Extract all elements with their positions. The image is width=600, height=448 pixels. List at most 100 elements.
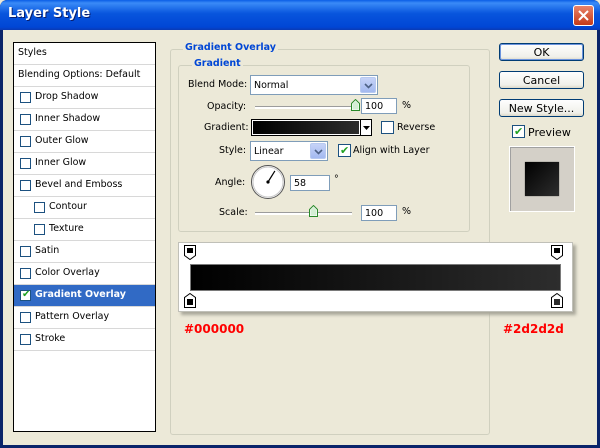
list-item-label: Inner Shadow: [35, 113, 101, 124]
list-item-drop-shadow[interactable]: Drop Shadow: [14, 87, 155, 109]
gradient-group-title: Gradient: [192, 58, 243, 69]
new-style-button[interactable]: New Style...: [499, 99, 584, 117]
ok-button[interactable]: OK: [499, 43, 584, 61]
blend-mode-select[interactable]: Normal: [250, 75, 378, 95]
angle-input[interactable]: 58: [290, 175, 330, 191]
list-item-label: Color Overlay: [35, 267, 100, 278]
gradient-picker[interactable]: [251, 119, 361, 136]
dropdown-button[interactable]: [360, 77, 376, 93]
list-item-satin[interactable]: Satin: [14, 241, 155, 263]
angle-label: Angle:: [215, 177, 246, 188]
list-item-label: Contour: [49, 201, 87, 212]
chevron-down-icon: [314, 149, 323, 155]
preview-checkbox[interactable]: ✔: [512, 125, 525, 138]
style-value: Linear: [254, 146, 284, 157]
angle-value: 58: [294, 178, 307, 189]
checkbox-color-overlay[interactable]: [20, 268, 31, 279]
checkbox-contour[interactable]: [34, 202, 45, 213]
cancel-button[interactable]: Cancel: [499, 71, 584, 89]
scale-slider-thumb[interactable]: [309, 205, 319, 217]
styles-list: Styles Blending Options: Default Drop Sh…: [13, 42, 156, 432]
new-style-label: New Style...: [508, 102, 575, 115]
gradient-swatch: [253, 121, 359, 134]
chevron-down-icon: [364, 83, 373, 89]
gradient-picker-dropdown[interactable]: [361, 119, 372, 136]
layer-style-window: Layer Style Styles Blending Options: Def…: [0, 0, 600, 448]
opacity-label: Opacity:: [207, 101, 247, 112]
gradient-label: Gradient:: [204, 122, 249, 133]
angle-unit: °: [334, 174, 339, 185]
list-item-blending-options[interactable]: Blending Options: Default: [14, 65, 155, 87]
checkmark-icon: ✔: [22, 289, 31, 300]
style-select[interactable]: Linear: [250, 141, 328, 161]
list-item-label: Drop Shadow: [35, 91, 99, 102]
list-item-styles[interactable]: Styles: [14, 43, 155, 65]
checkbox-drop-shadow[interactable]: [20, 92, 31, 103]
opacity-slider-track[interactable]: [255, 106, 355, 109]
list-item-texture[interactable]: Texture: [14, 219, 155, 241]
caret-down-icon: [363, 126, 370, 130]
checkbox-pattern-overlay[interactable]: [20, 312, 31, 323]
reverse-label: Reverse: [397, 122, 436, 133]
list-item-gradient-overlay[interactable]: ✔ Gradient Overlay: [14, 285, 155, 307]
list-item-inner-shadow[interactable]: Inner Shadow: [14, 109, 155, 131]
gradient-overlay-title: Gradient Overlay: [183, 42, 278, 53]
list-item-inner-glow[interactable]: Inner Glow: [14, 153, 155, 175]
opacity-slider-thumb[interactable]: [351, 99, 360, 111]
gradient-bar[interactable]: [190, 264, 561, 291]
title-bar[interactable]: Layer Style: [0, 0, 600, 30]
opacity-unit: %: [402, 100, 412, 111]
list-item-color-overlay[interactable]: Color Overlay: [14, 263, 155, 285]
checkmark-icon: ✔: [340, 144, 350, 157]
preview-label: Preview: [528, 126, 571, 139]
angle-dial[interactable]: [250, 164, 286, 200]
list-item-label: Outer Glow: [35, 135, 89, 146]
close-button[interactable]: [573, 5, 594, 26]
preview-box: [509, 146, 575, 212]
checkbox-stroke[interactable]: [20, 334, 31, 345]
checkbox-satin[interactable]: [20, 246, 31, 257]
style-label: Style:: [219, 145, 247, 156]
list-item-label: Blending Options: Default: [18, 69, 141, 80]
list-item-label: Inner Glow: [35, 157, 87, 168]
list-item-label: Pattern Overlay: [35, 311, 110, 322]
scale-unit: %: [402, 206, 412, 217]
color-stop-right[interactable]: [551, 293, 563, 308]
list-item-label: Texture: [49, 223, 84, 234]
reverse-checkbox[interactable]: [381, 121, 394, 134]
opacity-stop-right[interactable]: [551, 245, 563, 260]
list-item-contour[interactable]: Contour: [14, 197, 155, 219]
list-item-label: Gradient Overlay: [35, 289, 126, 300]
end-color-annotation: #2d2d2d: [503, 322, 564, 336]
align-with-layer-checkbox[interactable]: ✔: [338, 144, 351, 157]
color-stop-left[interactable]: [184, 293, 196, 308]
scale-input[interactable]: 100: [361, 205, 397, 221]
preview-thumbnail: [525, 162, 559, 196]
list-item-bevel-and-emboss[interactable]: Bevel and Emboss: [14, 175, 155, 197]
checkbox-inner-glow[interactable]: [20, 158, 31, 169]
checkbox-outer-glow[interactable]: [20, 136, 31, 147]
dropdown-button[interactable]: [310, 143, 326, 159]
start-color-annotation: #000000: [184, 322, 245, 336]
cancel-label: Cancel: [522, 74, 561, 87]
blend-mode-label: Blend Mode:: [188, 79, 248, 90]
blend-mode-value: Normal: [254, 80, 289, 91]
list-item-label: Bevel and Emboss: [35, 179, 123, 190]
ok-label: OK: [533, 46, 550, 59]
window-title: Layer Style: [8, 6, 91, 21]
scale-value: 100: [365, 208, 384, 219]
list-item-pattern-overlay[interactable]: Pattern Overlay: [14, 307, 155, 329]
checkbox-bevel-and-emboss[interactable]: [20, 180, 31, 191]
list-item-label: Satin: [35, 245, 60, 256]
opacity-stop-left[interactable]: [184, 245, 196, 260]
checkbox-texture[interactable]: [34, 224, 45, 235]
align-with-layer-label: Align with Layer: [353, 145, 430, 156]
scale-slider-track[interactable]: [255, 212, 352, 215]
opacity-input[interactable]: 100: [361, 98, 397, 114]
checkbox-inner-shadow[interactable]: [20, 114, 31, 125]
list-item-label: Stroke: [35, 333, 66, 344]
list-item-label: Styles: [18, 47, 47, 58]
checkbox-gradient-overlay[interactable]: ✔: [20, 289, 31, 301]
list-item-outer-glow[interactable]: Outer Glow: [14, 131, 155, 153]
list-item-stroke[interactable]: Stroke: [14, 329, 155, 351]
